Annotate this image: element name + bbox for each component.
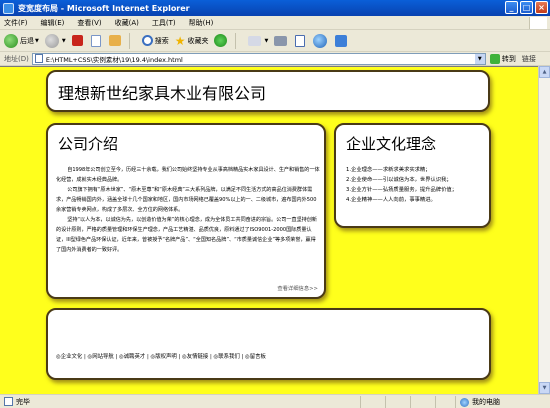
address-input[interactable]: E:\HTML+CSS\实例素材\19\19.4\index.html ▼ — [31, 52, 486, 65]
forward-button[interactable]: ▼ — [44, 33, 66, 48]
company-title: 理想新世纪家具木业有限公司 — [58, 84, 267, 103]
security-zone: 我的电脑 — [460, 395, 500, 408]
more-details-link[interactable]: 查看详细信息>> — [277, 284, 318, 292]
discuss-button[interactable] — [313, 33, 329, 48]
menu-bar: 文件(F) 编辑(E) 查看(V) 收藏(A) 工具(T) 帮助(H) — [0, 16, 550, 30]
footer-panel: ◎企业文化 | ◎网站导航 | ◎诚聘英才 | ◎版权声明 | ◎友情链接 | … — [46, 308, 491, 380]
toolbar-separator — [235, 32, 237, 49]
computer-icon — [460, 397, 469, 407]
stop-button[interactable] — [71, 35, 85, 46]
vertical-scrollbar[interactable]: ▲ ▼ — [538, 66, 550, 394]
print-icon — [274, 35, 288, 46]
chevron-down-icon: ▼ — [264, 37, 269, 44]
menu-file[interactable]: 文件(F) — [4, 18, 28, 28]
intro-panel: 公司介绍 自1998年公司创立至今，历经三十余载，我们公司始终坚持专业从事高档精… — [46, 123, 326, 299]
status-divider — [410, 396, 411, 408]
window-controls: _ □ × — [505, 1, 548, 14]
address-label: 地址(D) — [4, 54, 29, 63]
scroll-up-arrow-icon[interactable]: ▲ — [539, 66, 550, 78]
back-arrow-icon — [4, 33, 18, 48]
status-text: 完毕 — [16, 397, 30, 406]
intro-paragraph: 坚持“以人为本，以诚信为先，以创造价值为荣”的核心理念，成为全体员工共同奋进的宗… — [56, 217, 317, 253]
list-item: 1.企业理念——求新求美求实求精； — [346, 167, 431, 173]
list-item: 2.企业使命——引以诚信为本，世界认识我； — [346, 177, 452, 183]
menu-favorites[interactable]: 收藏(A) — [115, 18, 139, 28]
search-button[interactable]: 搜索 — [141, 35, 169, 46]
status-divider — [435, 396, 436, 408]
links-button[interactable]: 链接 — [522, 54, 536, 64]
menu-view[interactable]: 查看(V) — [77, 18, 101, 28]
close-button[interactable]: × — [535, 1, 548, 14]
window-titlebar[interactable]: 变宽度布局 - Microsoft Internet Explorer _ □ … — [0, 0, 550, 16]
home-button[interactable] — [108, 35, 123, 46]
header-panel: 理想新世纪家具木业有限公司 — [46, 70, 490, 112]
mail-button[interactable]: ▼ — [248, 35, 269, 46]
chevron-down-icon: ▼ — [35, 37, 39, 44]
zone-label: 我的电脑 — [472, 398, 500, 406]
menu-edit[interactable]: 编辑(E) — [41, 18, 65, 28]
intro-heading: 公司介绍 — [58, 135, 119, 153]
print-button[interactable] — [274, 35, 289, 46]
status-divider — [455, 396, 456, 408]
messenger-icon — [335, 34, 348, 47]
list-item: 4.企业精神——人人向前，事事精进。 — [346, 197, 436, 203]
footer-links[interactable]: ◎企业文化 | ◎网站导航 | ◎诚聘英才 | ◎版权声明 | ◎友情链接 | … — [56, 352, 266, 360]
status-bar: 完毕 我的电脑 — [0, 394, 550, 408]
maximize-button[interactable]: □ — [520, 1, 533, 14]
status-divider — [360, 396, 361, 408]
intro-paragraph: 公司旗下拥有“原木世家”、“原木至尊”和“原木经典”三大系列品牌，以满足不同生活… — [56, 187, 317, 213]
globe-icon — [313, 33, 328, 48]
refresh-button[interactable] — [90, 34, 103, 47]
chevron-down-icon[interactable]: ▼ — [474, 53, 485, 64]
ie-icon — [3, 2, 14, 14]
culture-list: 1.企业理念——求新求美求实求精； 2.企业使命——引以诚信为本，世界认识我； … — [346, 165, 457, 205]
history-icon — [214, 34, 228, 47]
intro-paragraph: 自1998年公司创立至今，历经三十余载，我们公司始终坚持专业从事高档精品实木家具… — [56, 167, 320, 183]
minimize-button[interactable]: _ — [505, 1, 518, 14]
toolbar-separator — [128, 32, 130, 49]
scroll-down-arrow-icon[interactable]: ▼ — [539, 382, 550, 394]
intro-text: 自1998年公司创立至今，历经三十余载，我们公司始终坚持专业从事高档精品实木家具… — [56, 165, 320, 255]
windows-logo-icon — [529, 17, 547, 29]
favorites-label: 收藏夹 — [187, 36, 209, 45]
culture-panel: 企业文化理念 1.企业理念——求新求美求实求精； 2.企业使命——引以诚信为本，… — [334, 123, 491, 228]
go-arrow-icon — [489, 53, 500, 64]
page-done-icon — [4, 397, 13, 406]
search-label: 搜索 — [154, 36, 169, 45]
chevron-down-icon: ▼ — [61, 37, 66, 44]
list-item: 3.企业方针——弘扬质量服务，提升品牌价值； — [346, 187, 457, 193]
menu-tools[interactable]: 工具(T) — [152, 18, 176, 28]
star-icon: ★ — [174, 33, 186, 48]
go-label: 转到 — [501, 54, 516, 63]
status-text-area: 完毕 — [4, 397, 30, 407]
address-bar: 地址(D) E:\HTML+CSS\实例素材\19\19.4\index.htm… — [0, 52, 550, 66]
stop-icon — [71, 35, 83, 46]
window-title: 变宽度布局 - Microsoft Internet Explorer — [18, 3, 190, 13]
back-label: 后退 — [20, 36, 34, 45]
forward-arrow-icon — [44, 33, 59, 48]
edit-button[interactable] — [295, 34, 307, 47]
refresh-icon — [90, 34, 101, 47]
home-icon — [108, 35, 121, 46]
go-button[interactable]: 转到 — [489, 53, 516, 64]
page-icon — [34, 54, 43, 63]
address-value: E:\HTML+CSS\实例素材\19\19.4\index.html — [45, 55, 183, 64]
edit-document-icon — [295, 34, 306, 47]
menu-help[interactable]: 帮助(H) — [189, 18, 214, 28]
search-icon — [141, 35, 153, 46]
standard-toolbar: 后退 ▼ ▼ 搜索 ★ 收藏夹 ▼ — [0, 30, 550, 52]
favorites-button[interactable]: ★ 收藏夹 — [175, 35, 209, 47]
history-button[interactable] — [214, 34, 229, 47]
back-button[interactable]: 后退 ▼ — [4, 33, 39, 48]
culture-heading: 企业文化理念 — [346, 135, 437, 153]
status-divider — [385, 396, 386, 408]
mail-icon — [248, 35, 262, 46]
messenger-button[interactable] — [335, 34, 349, 47]
